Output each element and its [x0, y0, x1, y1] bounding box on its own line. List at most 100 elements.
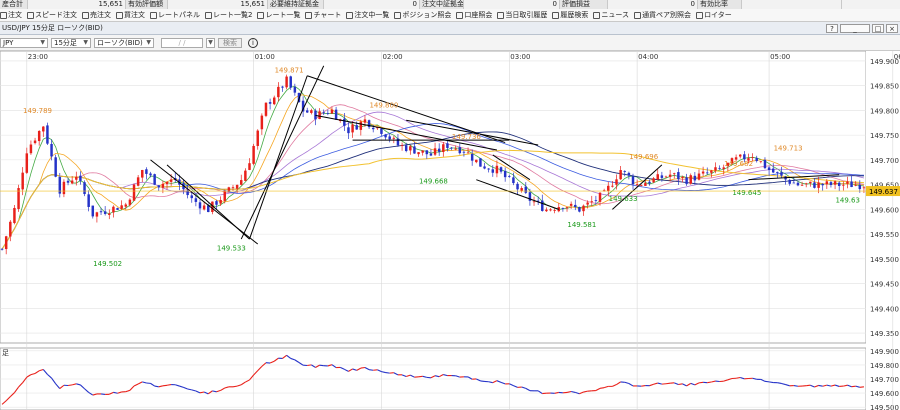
price-chart[interactable]: 149.900 149.850 149.800 149.750 149.700 149.6…: [0, 51, 900, 410]
toolbar-button[interactable]: 履歴検索: [552, 10, 588, 20]
toolbar-button[interactable]: 売注文: [82, 10, 111, 20]
toolbar-button[interactable]: 買注文: [116, 10, 145, 20]
restore-button[interactable]: □: [872, 23, 884, 33]
toolbar-button[interactable]: 口座照会: [456, 10, 492, 20]
lower-panel-segment: [678, 383, 683, 386]
history-today-icon: [497, 11, 505, 19]
toolbar-button[interactable]: レートパネル: [150, 10, 200, 20]
candle-body: [512, 177, 515, 184]
toolbar-button[interactable]: スピード注文: [27, 10, 77, 20]
candle-body: [648, 181, 651, 184]
candle-body: [351, 124, 354, 133]
price-annotation: 149.581: [567, 221, 596, 229]
candle-body: [120, 205, 123, 209]
candle-body: [404, 145, 408, 152]
candle-body: [149, 173, 152, 176]
candle-body: [541, 200, 544, 211]
date-input[interactable]: / /: [161, 37, 203, 48]
candle-body: [495, 165, 499, 174]
interval-select[interactable]: 15分足 ▼: [51, 37, 91, 48]
candle-body: [611, 185, 614, 187]
pair-select[interactable]: JPY ▼: [0, 37, 48, 48]
candle-body: [796, 182, 800, 186]
lower-panel-segment: [793, 384, 799, 387]
candle-body: [767, 167, 771, 170]
candle-body: [499, 167, 503, 172]
candle-body: [409, 146, 412, 151]
toolbar-button[interactable]: ロイター: [696, 10, 732, 20]
toolbar-button[interactable]: ニュース: [593, 10, 629, 20]
close-button[interactable]: ×: [886, 23, 898, 33]
toolbar-label: レート一覧2: [213, 11, 253, 19]
price-annotation: 149.736: [452, 133, 481, 141]
candle-body: [755, 157, 758, 162]
summary-value: 0: [324, 0, 420, 9]
toolbar-label: レートパネル: [158, 11, 200, 19]
speed-icon: [27, 11, 34, 19]
candle-body: [268, 102, 272, 104]
toolbar-button[interactable]: 通貨ペア別照会: [634, 10, 691, 20]
candle-body: [305, 110, 309, 113]
candle-body: [850, 181, 853, 188]
toolbar-button[interactable]: 注文: [0, 10, 22, 20]
toolbar-button[interactable]: 当日取引履歴: [497, 10, 547, 20]
candle-body: [825, 181, 829, 185]
candle-body: [87, 194, 90, 207]
candle-body: [627, 172, 631, 176]
candle-body: [565, 207, 569, 209]
candle-body: [788, 179, 791, 184]
candle-body: [697, 173, 701, 180]
candle-body: [693, 175, 697, 181]
lower-panel-segment: [764, 380, 770, 383]
candle-body: [668, 174, 672, 177]
candle-body: [780, 172, 783, 176]
candle-body: [479, 158, 482, 167]
candle-body: [442, 144, 445, 153]
candle-body: [425, 150, 429, 155]
search-button[interactable]: 検索: [218, 37, 242, 48]
date-dropdown[interactable]: ▼: [206, 37, 215, 48]
history-search-icon: [552, 11, 560, 19]
toolbar-button[interactable]: レート一覧2: [205, 10, 252, 20]
candle-body: [590, 201, 594, 203]
candle-body: [644, 183, 647, 186]
toolbar-button[interactable]: 注文中一覧: [346, 10, 389, 20]
candle-body: [689, 175, 692, 184]
help-button[interactable]: ?: [826, 23, 838, 33]
candle-body: [161, 183, 165, 188]
minimize-button[interactable]: _: [840, 23, 870, 33]
candle-body: [437, 148, 441, 152]
toolbar-button[interactable]: ポジション照会: [394, 10, 451, 20]
candle-body: [487, 168, 490, 170]
candle-body: [79, 175, 82, 181]
chart-type-select[interactable]: ローソク(BID) ▼: [94, 37, 154, 48]
summary-value: [742, 0, 842, 9]
toolbar-button[interactable]: レート一覧: [257, 10, 300, 20]
pair-icon: [634, 11, 642, 19]
lower-panel-segment: [480, 380, 485, 383]
info-icon[interactable]: i: [248, 37, 258, 48]
candle-body: [153, 174, 156, 185]
toolbar-label: 注文中一覧: [354, 11, 390, 19]
candle-body: [652, 178, 655, 183]
toolbar-button[interactable]: チャート: [305, 10, 341, 20]
y-tick-label: 149.350: [870, 330, 899, 338]
candle-body: [70, 180, 74, 184]
candle-body: [813, 182, 816, 188]
candle-body: [165, 181, 169, 185]
candle-body: [421, 150, 424, 153]
candle-body: [116, 208, 119, 210]
candle-body: [578, 207, 581, 212]
candle-body: [169, 179, 173, 182]
candle-body: [252, 145, 255, 164]
candle-body: [446, 143, 449, 148]
y-tick-label: 149.600: [870, 206, 899, 214]
toolbar-label: チャート: [313, 11, 342, 19]
candle-body: [763, 159, 767, 169]
candle-body: [598, 192, 602, 202]
candle-body: [190, 195, 193, 199]
candle-body: [223, 191, 226, 201]
chart-controls: JPY ▼ 15分足 ▼ ローソク(BID) ▼ / / ▼ 検索 i: [0, 35, 900, 51]
candle-body: [710, 170, 713, 173]
price-annotation: 149.645: [732, 189, 761, 197]
